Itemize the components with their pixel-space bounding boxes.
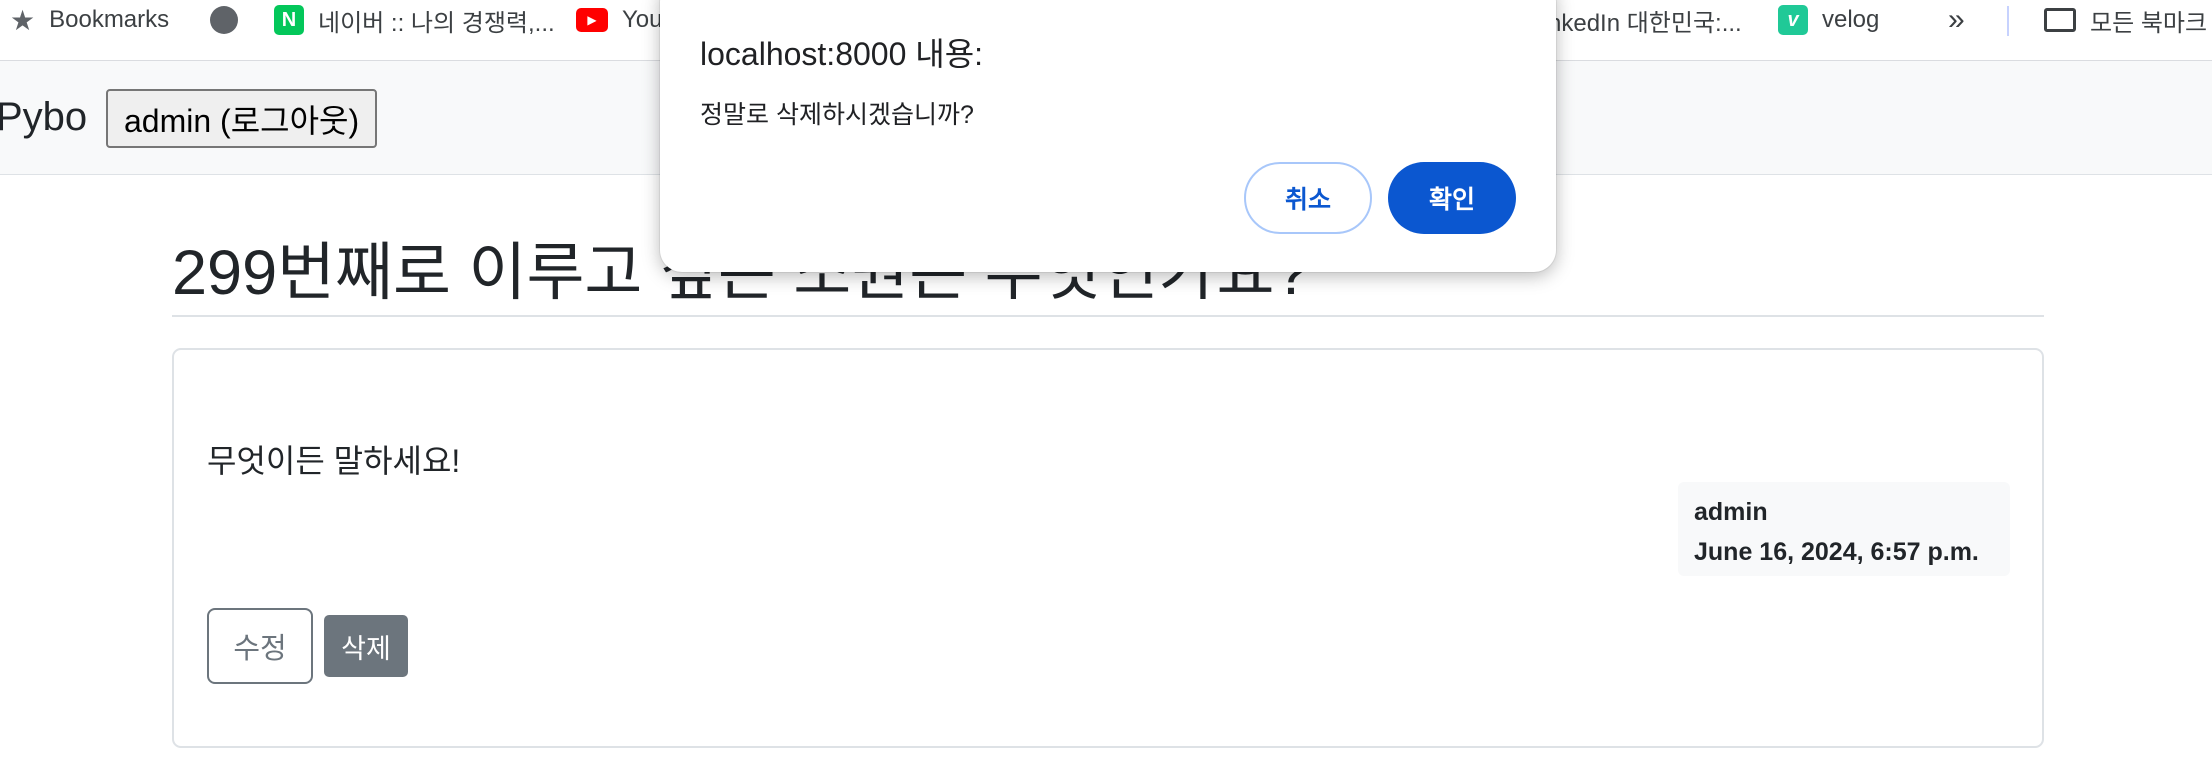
brand-link[interactable]: Pybo — [0, 95, 87, 140]
dialog-title: localhost:8000 내용: — [700, 36, 984, 72]
created-date: June 16, 2024, 6:57 p.m. — [1694, 538, 1979, 566]
author-name: admin — [1694, 498, 1768, 526]
youtube-icon: ▶ — [576, 8, 608, 32]
bookmark-naver[interactable]: N 네이버 :: 나의 경쟁력,... — [274, 0, 555, 40]
all-bookmarks-label: 모든 북마크 — [2090, 9, 2208, 37]
folder-icon — [2044, 8, 2076, 32]
more-bookmarks-button[interactable]: » — [1948, 0, 1965, 40]
author-info: admin June 16, 2024, 6:57 p.m. — [1678, 482, 2010, 576]
bookmark-velog[interactable]: v velog — [1778, 0, 1879, 40]
question-card: 무엇이든 말하세요! admin June 16, 2024, 6:57 p.m… — [172, 348, 2044, 748]
velog-icon: v — [1778, 5, 1808, 35]
dialog-cancel-button[interactable]: 취소 — [1244, 162, 1372, 234]
bookmark-label: nkedIn 대한민국:... — [1548, 9, 1742, 37]
all-bookmarks-button[interactable]: 모든 북마크 — [2044, 0, 2207, 40]
bookmark-linkedin[interactable]: nkedIn 대한민국:... — [1548, 0, 1742, 40]
bookmark-youtube[interactable]: ▶ You — [576, 0, 663, 40]
bookmark-label: 네이버 :: 나의 경쟁력,... — [318, 9, 555, 37]
delete-button[interactable]: 삭제 — [324, 615, 408, 677]
bookmark-globe[interactable] — [210, 0, 238, 40]
bookmark-bookmarks[interactable]: ★ Bookmarks — [10, 0, 169, 40]
edit-button[interactable]: 수정 — [207, 608, 313, 684]
bookmark-label: You — [622, 6, 663, 33]
globe-icon — [210, 6, 238, 34]
star-icon: ★ — [10, 4, 36, 36]
logout-button[interactable]: admin (로그아웃) — [106, 89, 378, 148]
double-chevron-right-icon: » — [1948, 3, 1965, 36]
dialog-ok-button[interactable]: 확인 — [1388, 162, 1516, 234]
dialog-message: 정말로 삭제하시겠습니까? — [700, 101, 974, 129]
bookmark-label: velog — [1822, 6, 1880, 33]
bookmarks-separator — [2007, 6, 2009, 36]
bookmark-label: Bookmarks — [49, 6, 170, 33]
question-content: 무엇이든 말하세요! — [207, 443, 461, 479]
confirm-dialog: localhost:8000 내용: 정말로 삭제하시겠습니까? 취소 확인 — [660, 0, 1556, 272]
naver-icon: N — [274, 5, 304, 35]
title-divider — [172, 315, 2044, 317]
